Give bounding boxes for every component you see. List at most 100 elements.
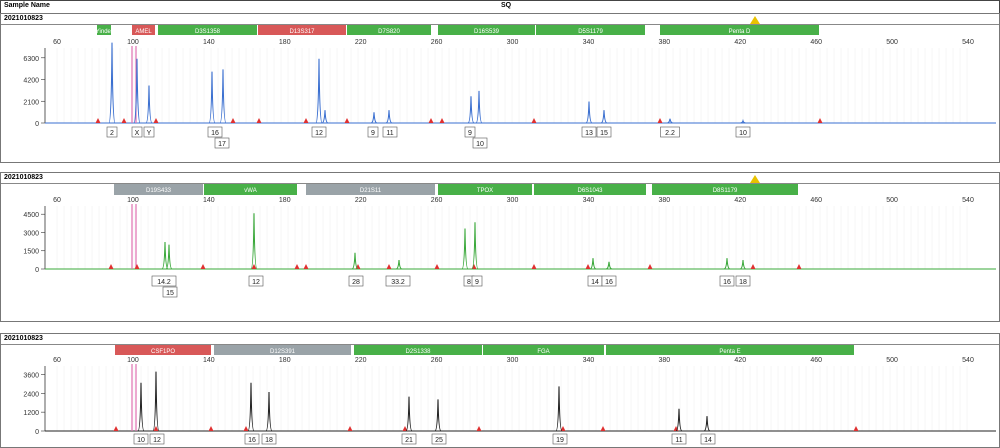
y-tick-label: 6300 xyxy=(23,56,39,63)
x-tick-label: 60 xyxy=(53,357,61,364)
y-tick-label: 1200 xyxy=(23,410,39,417)
allele-peak xyxy=(133,58,141,124)
allele-label: X xyxy=(135,130,140,137)
x-tick-label: 500 xyxy=(886,197,898,204)
locus-bin-label: vWA xyxy=(244,188,256,194)
x-tick-label: 420 xyxy=(734,357,746,364)
allele-label: 14 xyxy=(591,279,599,286)
size-standard-peak xyxy=(208,426,214,431)
allele-label: 15 xyxy=(600,130,608,137)
locus-bin-label: Yindel xyxy=(96,29,112,35)
size-standard-peak xyxy=(256,118,262,123)
x-tick-label: 540 xyxy=(962,357,974,364)
x-tick-label: 140 xyxy=(203,357,215,364)
allele-peak xyxy=(161,241,169,270)
electropherogram-panel-black[interactable]: 2021010823 CSF1PO D12S391 D2S1338 FGA Penta … xyxy=(0,333,1000,448)
size-standard-peak xyxy=(750,264,756,269)
size-standard-peak xyxy=(344,118,350,123)
y-tick-label: 3000 xyxy=(23,230,39,237)
locus-bin-label: D2S1338 xyxy=(405,349,431,355)
allele-label: 12 xyxy=(153,437,161,444)
allele-label: 16 xyxy=(248,437,256,444)
electropherogram-panel-green[interactable]: 2021010823 D19S433 vWA D21S11 TPOX D6S1043 D8… xyxy=(0,172,1000,322)
x-tick-label: 460 xyxy=(810,197,822,204)
allele-label: 17 xyxy=(218,141,226,148)
x-tick-label: 420 xyxy=(734,197,746,204)
x-tick-label: 260 xyxy=(431,39,443,46)
x-tick-label: 460 xyxy=(810,357,822,364)
locus-bin-label: D13S317 xyxy=(289,29,315,35)
x-tick-label: 220 xyxy=(355,197,367,204)
electropherogram-plot[interactable]: Yindel AMEL D3S1358 D13S317 D7S820 D16S539 D5S… xyxy=(1,14,999,162)
size-standard-peak xyxy=(230,118,236,123)
y-tick-label: 0 xyxy=(35,267,39,274)
x-tick-label: 380 xyxy=(658,357,670,364)
allele-peak xyxy=(250,213,258,270)
x-tick-label: 60 xyxy=(53,197,61,204)
allele-peak xyxy=(703,416,711,432)
allele-label: 16 xyxy=(723,279,731,286)
x-tick-label: 420 xyxy=(734,39,746,46)
size-standard-peak xyxy=(600,426,606,431)
locus-bin-label: D8S1179 xyxy=(713,188,738,194)
allele-label: 18 xyxy=(265,437,273,444)
size-standard-peak xyxy=(303,118,309,123)
x-tick-label: 100 xyxy=(127,39,139,46)
x-tick-label: 140 xyxy=(203,197,215,204)
allele-label: 10 xyxy=(739,130,747,137)
x-tick-label: 540 xyxy=(962,39,974,46)
allele-peak xyxy=(666,118,674,124)
x-tick-label: 380 xyxy=(658,39,670,46)
allele-peak xyxy=(589,258,597,270)
size-standard-peak xyxy=(347,426,353,431)
allele-peak xyxy=(152,371,160,432)
marker-triangle-icon[interactable] xyxy=(750,16,760,24)
x-tick-label: 220 xyxy=(355,39,367,46)
allele-label: 11 xyxy=(386,130,393,137)
allele-peak xyxy=(385,110,393,124)
allele-label: Y xyxy=(147,130,152,137)
allele-label: 19 xyxy=(556,437,564,444)
x-tick-label: 60 xyxy=(53,39,61,46)
locus-bin-label: D16S539 xyxy=(474,29,500,35)
x-tick-label: 500 xyxy=(886,39,898,46)
x-tick-label: 500 xyxy=(886,357,898,364)
allele-label: 10 xyxy=(476,141,484,148)
locus-bin-label: D7S820 xyxy=(378,29,400,35)
size-standard-peak xyxy=(386,264,392,269)
x-tick-label: 380 xyxy=(658,197,670,204)
electropherogram-plot[interactable]: CSF1PO D12S391 D2S1338 FGA Penta E60 100 140 18… xyxy=(1,334,999,447)
allele-label: 12 xyxy=(252,279,260,286)
allele-label: 9 xyxy=(468,130,472,137)
x-tick-label: 260 xyxy=(431,197,443,204)
x-tick-label: 340 xyxy=(583,197,595,204)
allele-label: 10 xyxy=(137,437,145,444)
y-tick-label: 0 xyxy=(35,429,39,436)
allele-label: 21 xyxy=(405,437,413,444)
allele-label: 18 xyxy=(739,279,747,286)
x-tick-label: 100 xyxy=(127,197,139,204)
y-tick-label: 4200 xyxy=(23,78,39,85)
size-standard-peak xyxy=(585,264,591,269)
size-standard-peak xyxy=(243,426,249,431)
marker-triangle-icon[interactable] xyxy=(750,175,760,183)
locus-bin-label: CSF1PO xyxy=(151,349,175,355)
electropherogram-plot[interactable]: D19S433 vWA D21S11 TPOX D6S1043 D8S1179 60 100 1… xyxy=(1,173,999,321)
size-standard-peak xyxy=(428,118,434,123)
x-tick-label: 180 xyxy=(279,357,291,364)
x-tick-label: 100 xyxy=(127,357,139,364)
allele-label: 16 xyxy=(211,130,219,137)
allele-label: 13 xyxy=(585,130,593,137)
locus-bin-label: AMEL xyxy=(135,29,152,35)
y-tick-label: 0 xyxy=(35,121,39,128)
locus-bin-label: D5S1179 xyxy=(578,29,603,35)
size-standard-peak xyxy=(531,118,537,123)
locus-bin-label: Penta D xyxy=(729,29,751,35)
x-tick-label: 260 xyxy=(431,357,443,364)
electropherogram-panel-blue[interactable]: 2021010823 Yindel AMEL D3S1358 D13S317 D7S82… xyxy=(0,13,1000,163)
y-tick-label: 2400 xyxy=(23,391,39,398)
allele-peak xyxy=(208,71,216,124)
x-tick-label: 180 xyxy=(279,197,291,204)
size-standard-peak xyxy=(817,118,823,123)
allele-label: 25 xyxy=(435,437,443,444)
